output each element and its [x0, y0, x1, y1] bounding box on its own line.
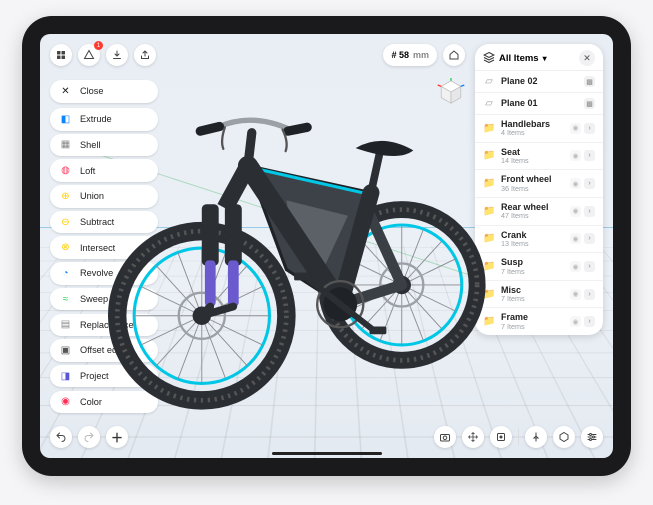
- items-header: All Items ▾ ✕: [475, 44, 603, 71]
- topbar-left: 1: [50, 44, 156, 66]
- item-actions: ◉›: [570, 261, 595, 272]
- dimension-readout[interactable]: # 58 mm: [383, 44, 437, 66]
- expand-icon[interactable]: ›: [584, 178, 595, 189]
- expand-icon[interactable]: ›: [584, 261, 595, 272]
- project-icon: ◨: [59, 370, 72, 383]
- shapes-icon[interactable]: [553, 426, 575, 448]
- seat: [355, 141, 413, 193]
- visibility-icon[interactable]: ◉: [570, 289, 581, 300]
- visibility-icon[interactable]: ◉: [570, 261, 581, 272]
- expand-icon[interactable]: ›: [584, 123, 595, 134]
- divider: [518, 429, 519, 445]
- item-actions: ◉›: [570, 123, 595, 134]
- expand-icon[interactable]: ›: [584, 289, 595, 300]
- download-icon[interactable]: [106, 44, 128, 66]
- home-indicator: [272, 452, 382, 455]
- union-icon: ⊕: [59, 190, 72, 203]
- expand-icon[interactable]: ›: [584, 206, 595, 217]
- dimension-unit: mm: [413, 50, 429, 60]
- items-close-button[interactable]: ✕: [579, 50, 595, 66]
- pin-icon[interactable]: [525, 426, 547, 448]
- move-icon[interactable]: [462, 426, 484, 448]
- warning-badge: 1: [94, 41, 103, 50]
- plane-toggle-icon[interactable]: ▩: [584, 98, 595, 109]
- item-actions: ▩: [584, 98, 595, 109]
- item-actions: ◉›: [570, 289, 595, 300]
- expand-icon[interactable]: ›: [584, 233, 595, 244]
- item-actions: ◉›: [570, 178, 595, 189]
- offsetedge-icon: ▣: [59, 344, 72, 357]
- visibility-icon[interactable]: ◉: [570, 206, 581, 217]
- model-view-bicycle[interactable]: [86, 85, 533, 416]
- shell-icon: ▦: [59, 138, 72, 151]
- ipad-frame: 1 # 58 mm: [22, 16, 631, 476]
- sweep-icon: ≈: [59, 293, 72, 306]
- settings-icon[interactable]: [581, 426, 603, 448]
- revolve-icon: ◔: [59, 267, 72, 280]
- visibility-icon[interactable]: ◉: [570, 316, 581, 327]
- bottombar-left: ＋: [50, 426, 128, 448]
- redo-icon[interactable]: [78, 426, 100, 448]
- warning-icon[interactable]: 1: [78, 44, 100, 66]
- item-actions: ◉›: [570, 150, 595, 161]
- color-icon: ◉: [59, 395, 72, 408]
- share-icon[interactable]: [134, 44, 156, 66]
- subtract-icon: ⊖: [59, 216, 72, 229]
- extrude-icon: ◧: [59, 113, 72, 126]
- camera-icon[interactable]: [434, 426, 456, 448]
- add-icon[interactable]: ＋: [106, 426, 128, 448]
- loft-icon: ◍: [59, 164, 72, 177]
- items-title-label: All Items: [499, 53, 539, 64]
- visibility-icon[interactable]: ◉: [570, 123, 581, 134]
- menu-icon[interactable]: [50, 44, 72, 66]
- items-title-button[interactable]: All Items ▾: [483, 51, 547, 66]
- visibility-icon[interactable]: ◉: [570, 233, 581, 244]
- topbar-right: # 58 mm: [383, 44, 465, 66]
- home-view-icon[interactable]: [443, 44, 465, 66]
- expand-icon[interactable]: ›: [584, 316, 595, 327]
- close-icon: ✕: [59, 85, 72, 98]
- dimension-value: # 58: [391, 50, 409, 60]
- expand-icon[interactable]: ›: [584, 150, 595, 161]
- intersect-icon: ⊗: [59, 241, 72, 254]
- undo-icon[interactable]: [50, 426, 72, 448]
- chevron-down-icon: ▾: [543, 54, 547, 63]
- visibility-icon[interactable]: ◉: [570, 178, 581, 189]
- stack-icon: [483, 51, 495, 66]
- bottombar-right: [434, 426, 603, 448]
- item-actions: ◉›: [570, 316, 595, 327]
- plane-toggle-icon[interactable]: ▩: [584, 76, 595, 87]
- item-actions: ▩: [584, 76, 595, 87]
- app-screen: 1 # 58 mm: [40, 34, 613, 458]
- item-actions: ◉›: [570, 233, 595, 244]
- visibility-icon[interactable]: ◉: [570, 150, 581, 161]
- replaceface-icon: ▤: [59, 318, 72, 331]
- item-actions: ◉›: [570, 206, 595, 217]
- isolate-icon[interactable]: [490, 426, 512, 448]
